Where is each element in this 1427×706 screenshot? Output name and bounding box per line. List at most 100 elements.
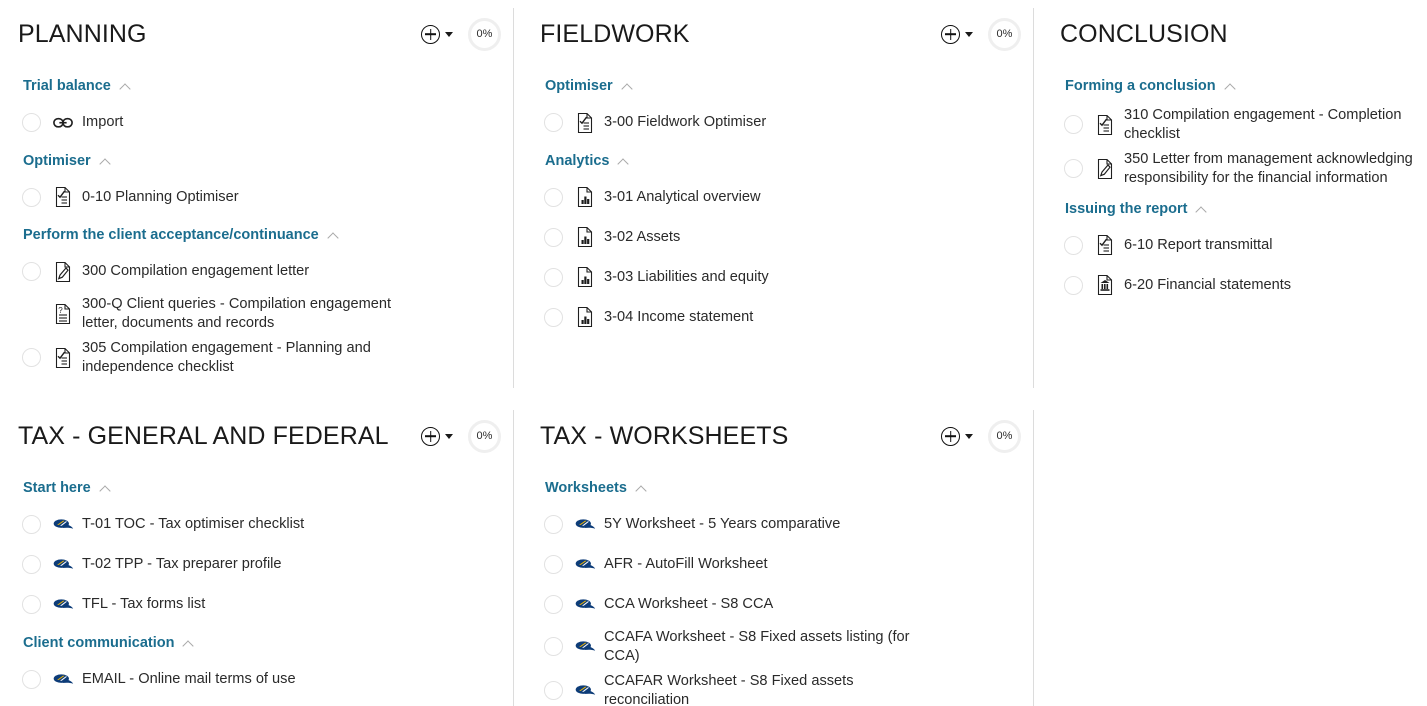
group-header[interactable]: Start here — [0, 470, 513, 505]
group-header[interactable]: Perform the client acceptance/continuanc… — [0, 217, 513, 252]
chevron-up-icon[interactable] — [1196, 205, 1209, 213]
list-item[interactable]: CCAFAR Worksheet - S8 Fixed assets recon… — [522, 669, 1033, 706]
list-item-label: 310 Compilation engagement - Completion … — [1124, 106, 1402, 142]
list-item-label: T-02 TPP - Tax preparer profile — [82, 556, 282, 573]
group-header[interactable]: Forming a conclusion — [1042, 68, 1427, 103]
chevron-up-icon[interactable] — [622, 82, 635, 90]
list-item[interactable]: T-01 TOC - Tax optimiser checklist — [0, 505, 513, 545]
column-divider-4 — [1033, 410, 1034, 706]
panel-header-tax-worksheets: TAX - WORKSHEETS 0% — [522, 408, 1033, 464]
completion-checkbox[interactable] — [22, 262, 41, 281]
list-item[interactable]: CCAFA Worksheet - S8 Fixed assets listin… — [522, 625, 1033, 669]
list-item[interactable]: 305 Compilation engagement - Planning an… — [0, 336, 513, 380]
group-header[interactable]: Analytics — [522, 143, 1033, 178]
completion-checkbox[interactable] — [544, 113, 563, 132]
chevron-up-icon[interactable] — [120, 82, 133, 90]
completion-checkbox[interactable] — [22, 669, 41, 689]
panel-header-planning: PLANNING 0% — [0, 6, 513, 62]
completion-checkbox[interactable] — [1064, 275, 1083, 295]
document-checklist-icon — [574, 111, 596, 135]
list-item[interactable]: CCA Worksheet - S8 CCA — [522, 585, 1033, 625]
completion-checkbox[interactable] — [544, 307, 563, 327]
add-document-button[interactable] — [940, 425, 974, 448]
completion-checkbox[interactable] — [1064, 159, 1083, 178]
group-header[interactable]: Optimiser — [0, 143, 513, 178]
completion-checkbox[interactable] — [22, 348, 41, 367]
panel-fieldwork: FIELDWORK 0% Optimiser 3-00 Fieldwork Optim… — [522, 6, 1033, 337]
panel-header-tax-general-and-federal: TAX - GENERAL AND FEDERAL 0% — [0, 408, 513, 464]
chevron-up-icon[interactable] — [1225, 82, 1238, 90]
completion-checkbox[interactable] — [544, 637, 563, 656]
completion-checkbox[interactable] — [544, 187, 563, 207]
add-document-button[interactable] — [940, 23, 974, 46]
plus-circle-icon — [941, 24, 960, 44]
group-header[interactable]: Optimiser — [522, 68, 1033, 103]
list-item[interactable]: ? 300-Q Client queries - Compilation enga… — [0, 292, 513, 336]
completion-checkbox[interactable] — [544, 681, 563, 700]
list-item[interactable]: 300 Compilation engagement letter — [0, 252, 513, 292]
list-item[interactable]: 350 Letter from management acknowledging… — [1042, 147, 1427, 191]
list-item[interactable]: 3-03 Liabilities and equity — [522, 257, 1033, 297]
chevron-up-icon[interactable] — [618, 157, 631, 165]
group-header[interactable]: Client communication — [0, 625, 513, 660]
completion-checkbox[interactable] — [22, 113, 41, 132]
list-item-label: 300-Q Client queries - Compilation engag… — [82, 295, 392, 331]
list-item[interactable]: 3-00 Fieldwork Optimiser — [522, 103, 1033, 143]
taxprep-icon — [52, 553, 74, 577]
completion-checkbox[interactable] — [22, 555, 41, 574]
list-item[interactable]: TFL - Tax forms list — [0, 585, 513, 625]
list-item[interactable]: T-02 TPP - Tax preparer profile — [0, 545, 513, 585]
chevron-up-icon[interactable] — [100, 484, 113, 492]
list-item[interactable]: 0-10 Planning Optimiser — [0, 177, 513, 217]
list-item-label: 3-03 Liabilities and equity — [604, 268, 769, 285]
completion-checkbox[interactable] — [1064, 235, 1083, 255]
list-item[interactable]: 6-20 Financial statements — [1042, 265, 1427, 305]
group-title: Perform the client acceptance/continuanc… — [23, 227, 319, 243]
completion-checkbox[interactable] — [544, 595, 563, 614]
list-item-label: EMAIL - Online mail terms of use — [82, 670, 296, 687]
group-header[interactable]: Trial balance — [0, 68, 513, 103]
document-checklist-icon — [1094, 113, 1116, 137]
progress-ring[interactable]: 0% — [468, 17, 501, 51]
completion-checkbox[interactable] — [544, 267, 563, 287]
list-item-label: 6-20 Financial statements — [1124, 276, 1292, 293]
add-document-button[interactable] — [420, 425, 454, 448]
list-item[interactable]: 3-01 Analytical overview — [522, 177, 1033, 217]
completion-checkbox[interactable] — [1064, 115, 1083, 134]
completion-checkbox[interactable] — [22, 595, 41, 614]
group-title: Optimiser — [545, 78, 613, 94]
plus-circle-icon — [941, 426, 960, 446]
progress-ring[interactable]: 0% — [468, 419, 501, 453]
list-item[interactable]: AFR - AutoFill Worksheet — [522, 545, 1033, 585]
progress-ring[interactable]: 0% — [988, 17, 1021, 51]
list-item[interactable]: 3-04 Income statement — [522, 297, 1033, 337]
completion-checkbox[interactable] — [544, 515, 563, 534]
list-item[interactable]: EMAIL - Online mail terms of use — [0, 659, 513, 699]
list-item[interactable]: 6-10 Report transmittal — [1042, 225, 1427, 265]
completion-checkbox[interactable] — [22, 187, 41, 207]
chevron-up-icon[interactable] — [636, 484, 649, 492]
panel-tax-worksheets: TAX - WORKSHEETS 0% Worksheets 5Y Worksheet… — [522, 408, 1033, 706]
add-document-button[interactable] — [420, 23, 454, 46]
group-title: Forming a conclusion — [1065, 78, 1216, 94]
panel-body-tax-worksheets: Worksheets 5Y Worksheet - 5 Years compara… — [522, 464, 1033, 706]
taxprep-icon — [52, 667, 74, 691]
plus-circle-icon — [421, 426, 440, 446]
chevron-up-icon[interactable] — [328, 231, 341, 239]
group-header[interactable]: Worksheets — [522, 470, 1033, 505]
list-item[interactable]: Import — [0, 103, 513, 143]
document-chart-icon — [574, 185, 596, 209]
list-item[interactable]: 5Y Worksheet - 5 Years comparative — [522, 505, 1033, 545]
completion-checkbox[interactable] — [22, 515, 41, 534]
document-chart-icon — [574, 225, 596, 249]
list-item[interactable]: 3-02 Assets — [522, 217, 1033, 257]
document-bank-icon — [1094, 273, 1116, 297]
chevron-up-icon[interactable] — [183, 639, 196, 647]
completion-checkbox[interactable] — [544, 227, 563, 247]
list-item[interactable]: 310 Compilation engagement - Completion … — [1042, 103, 1427, 147]
progress-value: 0% — [476, 27, 493, 40]
progress-ring[interactable]: 0% — [988, 419, 1021, 453]
group-header[interactable]: Issuing the report — [1042, 191, 1427, 226]
completion-checkbox[interactable] — [544, 555, 563, 574]
chevron-up-icon[interactable] — [100, 157, 113, 165]
